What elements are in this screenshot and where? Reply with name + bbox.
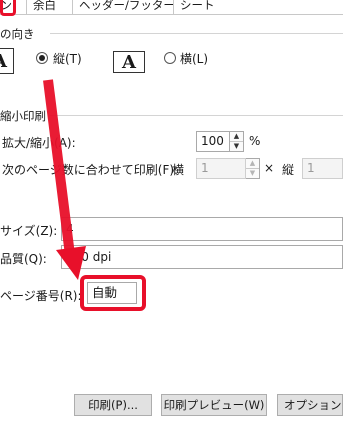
options-button[interactable]: オプション(O) xyxy=(277,394,343,416)
annotation-arrow-icon xyxy=(43,79,86,280)
print-button[interactable]: 印刷(P)... xyxy=(74,394,152,416)
print-preview-button[interactable]: 印刷プレビュー(W) xyxy=(161,394,267,416)
